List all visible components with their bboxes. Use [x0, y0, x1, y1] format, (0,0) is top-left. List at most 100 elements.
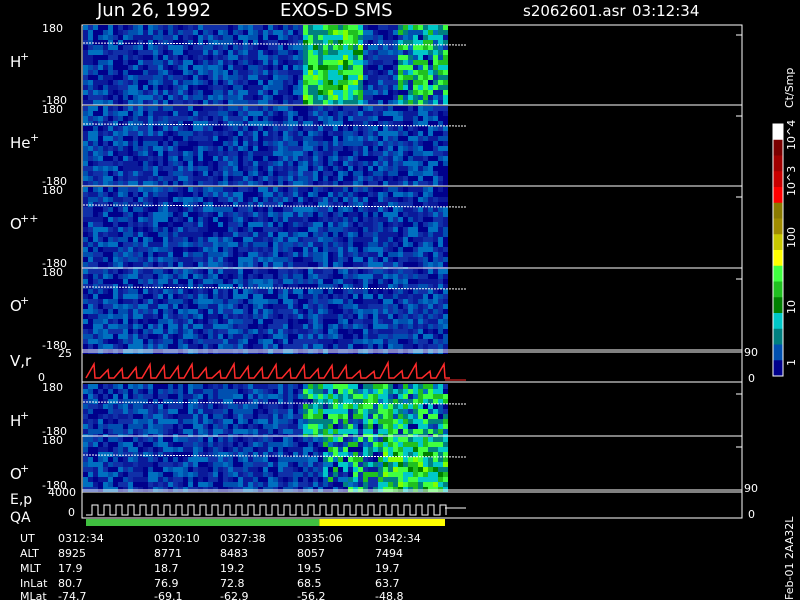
heatmap-cell	[208, 111, 213, 116]
heatmap-cell	[413, 111, 418, 116]
heatmap-cell	[198, 106, 203, 111]
heatmap-cell	[348, 217, 353, 222]
heatmap-cell	[228, 207, 233, 212]
heatmap-cell	[293, 25, 298, 30]
heatmap-cell	[333, 274, 338, 279]
heatmap-cell	[223, 25, 228, 30]
heatmap-cell	[393, 141, 398, 146]
header-time: 03:12:34	[632, 2, 699, 20]
heatmap-cell	[118, 304, 123, 309]
heatmap-cell	[443, 274, 448, 279]
heatmap-cell	[198, 237, 203, 242]
heatmap-cell	[163, 262, 168, 267]
heatmap-cell	[228, 95, 233, 100]
heatmap-cell	[208, 65, 213, 70]
heatmap-cell	[148, 269, 153, 274]
heatmap-cell	[343, 247, 348, 252]
heatmap-cell	[208, 25, 213, 30]
heatmap-cell	[153, 247, 158, 252]
heatmap-cell	[388, 80, 393, 85]
heatmap-cell	[418, 106, 423, 111]
heatmap-cell	[158, 187, 163, 192]
heatmap-cell	[103, 284, 108, 289]
heatmap-cell	[143, 156, 148, 161]
heatmap-cell	[243, 252, 248, 257]
heatmap-cell	[98, 121, 103, 126]
heatmap-cell	[268, 50, 273, 55]
heatmap-cell	[203, 136, 208, 141]
heatmap-cell	[383, 299, 388, 304]
heatmap-cell	[408, 304, 413, 309]
heatmap-cell	[303, 242, 308, 247]
heatmap-cell	[233, 146, 238, 151]
heatmap-cell	[328, 111, 333, 116]
heatmap-cell	[213, 166, 218, 171]
heatmap-cell	[208, 212, 213, 217]
heatmap-cell	[308, 329, 313, 334]
heatmap-cell	[418, 171, 423, 176]
heatmap-cell	[353, 299, 358, 304]
heatmap-cell	[438, 279, 443, 284]
ytick-top: 180	[42, 266, 63, 279]
heatmap-cell	[343, 156, 348, 161]
heatmap-cell	[368, 237, 373, 242]
heatmap-cell	[328, 299, 333, 304]
heatmap-cell	[338, 222, 343, 227]
heatmap-cell	[398, 60, 403, 65]
heatmap-cell	[118, 111, 123, 116]
heatmap-cell	[343, 80, 348, 85]
heatmap-cell	[143, 197, 148, 202]
heatmap-cell	[428, 111, 433, 116]
heatmap-cell	[408, 95, 413, 100]
heatmap-cell	[123, 227, 128, 232]
heatmap-cell	[103, 70, 108, 75]
heatmap-cell	[293, 116, 298, 121]
heatmap-cell	[143, 187, 148, 192]
heatmap-cell	[108, 247, 113, 252]
heatmap-cell	[113, 257, 118, 262]
heatmap-cell	[298, 274, 303, 279]
heatmap-cell	[263, 60, 268, 65]
heatmap-cell	[148, 294, 153, 299]
heatmap-cell	[273, 45, 278, 50]
heatmap-cell	[88, 419, 93, 424]
heatmap-cell	[403, 70, 408, 75]
heatmap-cell	[298, 111, 303, 116]
heatmap-cell	[433, 111, 438, 116]
heatmap-cell	[138, 329, 143, 334]
heatmap-cell	[388, 131, 393, 136]
heatmap-cell	[88, 424, 93, 429]
heatmap-cell	[133, 116, 138, 121]
heatmap-cell	[433, 192, 438, 197]
heatmap-cell	[433, 257, 438, 262]
heatmap-cell	[243, 232, 248, 237]
heatmap-cell	[433, 35, 438, 40]
heatmap-cell	[358, 116, 363, 121]
heatmap-cell	[98, 90, 103, 95]
heatmap-cell	[258, 90, 263, 95]
heatmap-cell	[193, 324, 198, 329]
heatmap-cell	[333, 314, 338, 319]
heatmap-cell	[333, 279, 338, 284]
heatmap-cell	[208, 227, 213, 232]
heatmap-cell	[248, 242, 253, 247]
heatmap-cell	[278, 289, 283, 294]
heatmap-cell	[343, 50, 348, 55]
heatmap-cell	[383, 50, 388, 55]
heatmap-cell	[363, 269, 368, 274]
heatmap-cell	[118, 389, 123, 394]
heatmap-cell	[158, 284, 163, 289]
heatmap-cell	[233, 65, 238, 70]
heatmap-cell	[293, 65, 298, 70]
heatmap-cell	[338, 161, 343, 166]
heatmap-cell	[443, 232, 448, 237]
heatmap-cell	[88, 40, 93, 45]
heatmap-cell	[443, 269, 448, 274]
heatmap-cell	[328, 242, 333, 247]
heatmap-cell	[293, 50, 298, 55]
heatmap-cell	[343, 269, 348, 274]
heatmap-cell	[93, 262, 98, 267]
heatmap-cell	[258, 116, 263, 121]
heatmap-cell	[303, 136, 308, 141]
heatmap-cell	[248, 314, 253, 319]
